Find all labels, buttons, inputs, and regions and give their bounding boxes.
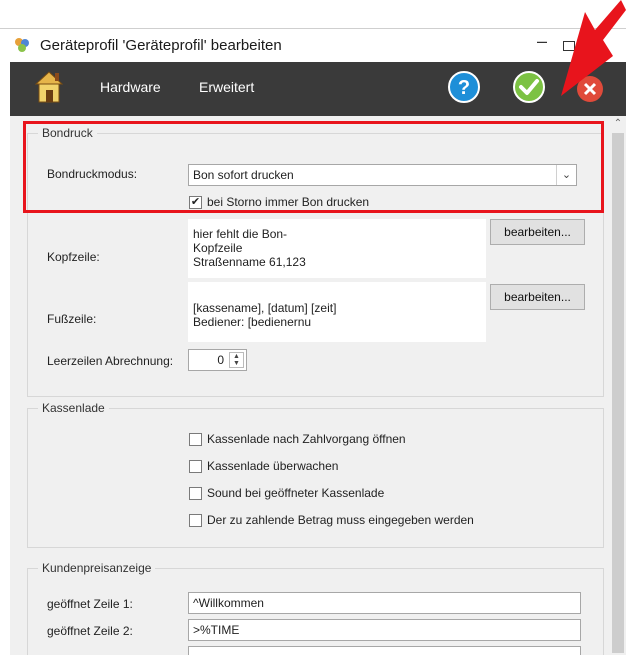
fusszeile-line: Bediener: [bedienernu (193, 315, 312, 329)
stepper-arrows-icon[interactable]: ▲ ▼ (229, 352, 244, 368)
group-title: Bondruck (38, 126, 97, 140)
leerzeilen-stepper[interactable]: 0 ▲ ▼ (188, 349, 247, 371)
minimize-button[interactable]: – (532, 31, 552, 59)
storno-checkbox[interactable]: ✔ (189, 196, 202, 209)
svg-text:?: ? (458, 77, 470, 99)
kassenlade-option[interactable]: Der zu zahlende Betrag muss eingegeben w… (189, 513, 569, 529)
fusszeile-edit-button[interactable]: bearbeiten... (490, 284, 585, 310)
settings-panel: Bondruck Bondruckmodus: Bon sofort druck… (10, 116, 610, 655)
zeile1-value: ^Willkommen (193, 596, 264, 610)
scroll-up-icon[interactable]: ⌃ (610, 116, 626, 132)
zeile2-value: >%TIME (193, 623, 240, 637)
dialog-window: Geräteprofil 'Geräteprofil' bearbeiten –… (0, 0, 626, 655)
group-title: Kassenlade (38, 401, 109, 415)
kassenlade-checkbox[interactable] (189, 433, 202, 446)
kassenlade-option-label: Kassenlade überwachen (207, 459, 339, 473)
help-icon[interactable]: ? (447, 70, 481, 104)
fusszeile-line: [kassename], [datum] [zeit] (193, 301, 337, 315)
kassenlade-option[interactable]: Kassenlade nach Zahlvorgang öffnen (189, 432, 569, 448)
vertical-scrollbar[interactable]: ⌃ (610, 116, 626, 655)
zeile1-label: geöffnet Zeile 1: (47, 597, 133, 611)
window-title: Geräteprofil 'Geräteprofil' bearbeiten (40, 37, 282, 54)
kassenlade-checkbox[interactable] (189, 514, 202, 527)
kassenlade-option-label: Sound bei geöffneter Kassenlade (207, 486, 385, 500)
kopfzeile-line: Straßenname 61,123 (193, 255, 306, 269)
bondruckmodus-value: Bon sofort drucken (193, 168, 294, 182)
kassenlade-checkbox[interactable] (189, 487, 202, 500)
kassenlade-checkbox[interactable] (189, 460, 202, 473)
kopfzeile-label: Kopfzeile: (47, 250, 100, 264)
kopfzeile-line: hier fehlt die Bon- (193, 227, 288, 241)
fusszeile-label: Fußzeile: (47, 312, 97, 326)
kassenlade-option-label: Kassenlade nach Zahlvorgang öffnen (207, 432, 406, 446)
zeile2-input[interactable]: >%TIME (188, 619, 581, 641)
toolbar: Hardware Erweitert ? (10, 62, 626, 116)
home-icon[interactable] (35, 70, 63, 104)
pointer-arrow-icon (561, 0, 626, 96)
bondruckmodus-label: Bondruckmodus: (47, 167, 138, 181)
storno-checkbox-row[interactable]: ✔ bei Storno immer Bon drucken (189, 195, 419, 211)
zeile3-input[interactable] (188, 646, 581, 655)
fusszeile-textbox[interactable]: [kassename], [datum] [zeit] Bediener: [b… (188, 282, 486, 342)
kopfzeile-textbox[interactable]: hier fehlt die Bon- Kopfzeile Straßennam… (188, 219, 486, 278)
zeile1-input[interactable]: ^Willkommen (188, 592, 581, 614)
kopfzeile-line: Kopfzeile (193, 241, 243, 255)
leerzeilen-label: Leerzeilen Abrechnung: (47, 354, 174, 368)
storno-checkbox-label: bei Storno immer Bon drucken (207, 195, 370, 209)
title-bar: Geräteprofil 'Geräteprofil' bearbeiten – (0, 28, 626, 62)
leerzeilen-value: 0 (217, 353, 224, 367)
kopfzeile-edit-button[interactable]: bearbeiten... (490, 219, 585, 245)
kassenlade-option[interactable]: Kassenlade überwachen (189, 459, 569, 475)
kassenlade-option[interactable]: Sound bei geöffneter Kassenlade (189, 486, 569, 502)
tab-hardware[interactable]: Hardware (100, 79, 161, 95)
scroll-thumb[interactable] (612, 133, 624, 653)
zeile2-label: geöffnet Zeile 2: (47, 624, 133, 638)
tab-erweitert[interactable]: Erweitert (199, 79, 254, 95)
checkmark-icon[interactable] (512, 70, 546, 104)
bondruckmodus-select[interactable]: Bon sofort drucken ⌄ (188, 164, 577, 186)
profile-icon (15, 38, 29, 52)
kassenlade-option-label: Der zu zahlende Betrag muss eingegeben w… (207, 513, 474, 527)
group-title: Kundenpreisanzeige (38, 561, 156, 575)
chevron-down-icon[interactable]: ⌄ (556, 165, 576, 185)
